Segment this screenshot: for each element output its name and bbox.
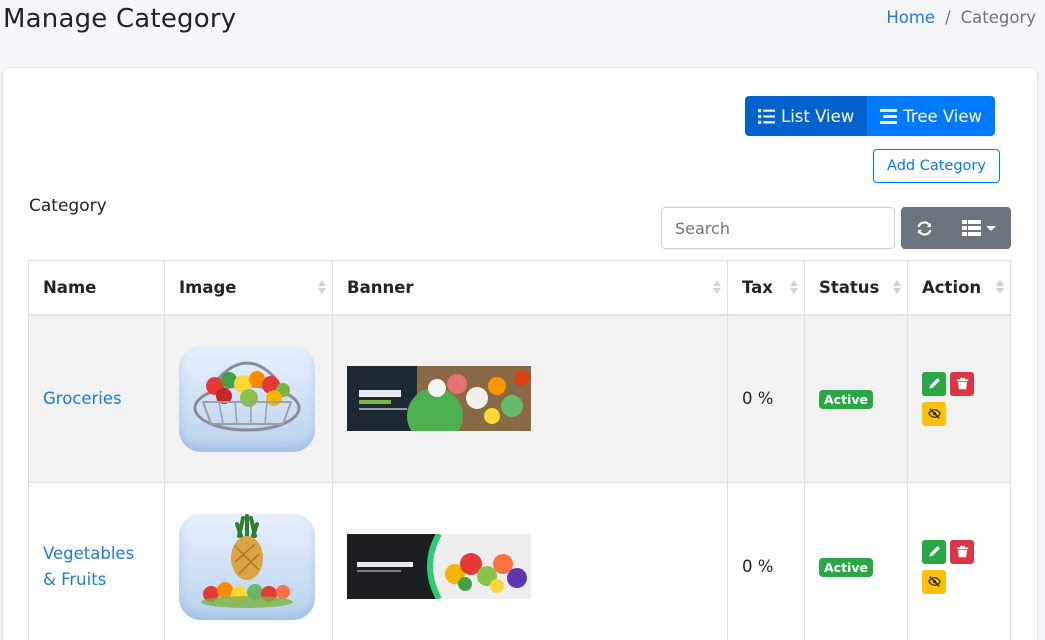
table-header-row: Name Image Banner Tax Status Action xyxy=(28,260,1011,315)
category-table: Name Image Banner Tax Status Action Groc… xyxy=(28,260,1011,640)
refresh-icon xyxy=(916,220,932,236)
category-name-link[interactable]: Vegetables & Fruits xyxy=(43,544,134,589)
hide-button[interactable] xyxy=(922,569,946,594)
table-row: Vegetables & Fruits 0 % Active xyxy=(28,482,1011,640)
name-cell: Vegetables & Fruits xyxy=(28,482,165,640)
list-icon xyxy=(758,108,775,124)
grocery-basket-image xyxy=(179,345,315,452)
name-cell: Groceries xyxy=(28,314,165,483)
status-badge: Active xyxy=(819,557,873,577)
delete-button[interactable] xyxy=(950,371,974,396)
pencil-icon xyxy=(928,378,940,389)
sort-icon xyxy=(790,280,798,295)
tree-view-button[interactable]: Tree View xyxy=(867,96,996,136)
tree-icon xyxy=(880,108,898,124)
breadcrumb-home-link[interactable]: Home xyxy=(886,8,935,27)
image-cell xyxy=(164,482,333,640)
column-header-image[interactable]: Image xyxy=(164,260,333,315)
sort-icon xyxy=(713,280,721,295)
category-name-link[interactable]: Groceries xyxy=(43,389,122,408)
eye-slash-icon xyxy=(927,576,941,587)
table-row: Groceries 0 % Active xyxy=(28,314,1011,483)
sort-icon xyxy=(893,280,901,295)
column-header-label: Name xyxy=(43,277,97,297)
hide-button[interactable] xyxy=(922,401,946,426)
page-title: Manage Category xyxy=(3,4,237,34)
list-view-label: List View xyxy=(781,106,855,126)
refresh-button[interactable] xyxy=(901,207,947,249)
delete-button[interactable] xyxy=(950,539,974,564)
columns-icon xyxy=(962,220,981,236)
sort-icon xyxy=(996,280,1004,295)
trash-icon xyxy=(956,378,968,390)
banner-cell xyxy=(332,482,728,640)
banner-cell xyxy=(332,314,728,483)
grocery-banner-image xyxy=(347,366,531,432)
list-view-button[interactable]: List View xyxy=(745,96,868,136)
column-header-action[interactable]: Action xyxy=(907,260,1011,315)
pencil-icon xyxy=(928,545,940,557)
column-header-name[interactable]: Name xyxy=(28,260,165,315)
column-header-banner[interactable]: Banner xyxy=(332,260,728,315)
column-header-label: Tax xyxy=(742,277,773,297)
table-tools xyxy=(901,207,1011,249)
view-toggle-group: List View Tree View xyxy=(745,96,996,136)
tree-view-label: Tree View xyxy=(903,106,983,126)
column-header-status[interactable]: Status xyxy=(804,260,908,315)
image-cell xyxy=(164,314,333,483)
column-header-tax[interactable]: Tax xyxy=(727,260,805,315)
eye-slash-icon xyxy=(927,408,941,420)
tax-cell: 0 % xyxy=(727,314,805,483)
vegetables-fruits-banner-image xyxy=(347,534,531,599)
status-cell: Active xyxy=(804,482,908,640)
chevron-down-icon xyxy=(986,225,996,231)
search-input[interactable] xyxy=(661,207,895,249)
pineapple-fruits-image xyxy=(179,513,315,620)
edit-button[interactable] xyxy=(922,371,946,396)
status-badge: Active xyxy=(819,389,873,409)
add-category-button[interactable]: Add Category xyxy=(873,149,1000,183)
trash-icon xyxy=(956,545,968,558)
edit-button[interactable] xyxy=(922,539,946,564)
column-header-label: Action xyxy=(922,277,982,297)
category-card: List View Tree View Add Category Categor… xyxy=(3,68,1037,640)
tax-cell: 0 % xyxy=(727,482,805,640)
action-cell xyxy=(907,482,1011,640)
status-cell: Active xyxy=(804,314,908,483)
breadcrumb-separator: / xyxy=(945,8,951,27)
section-label: Category xyxy=(29,196,107,216)
breadcrumb-current: Category xyxy=(960,8,1036,27)
column-header-label: Status xyxy=(819,277,880,297)
columns-dropdown-button[interactable] xyxy=(947,207,1011,249)
action-cell xyxy=(907,314,1011,483)
column-header-label: Banner xyxy=(347,277,414,297)
breadcrumb: Home / Category xyxy=(886,8,1036,27)
sort-icon xyxy=(318,280,326,295)
column-header-label: Image xyxy=(179,277,237,297)
